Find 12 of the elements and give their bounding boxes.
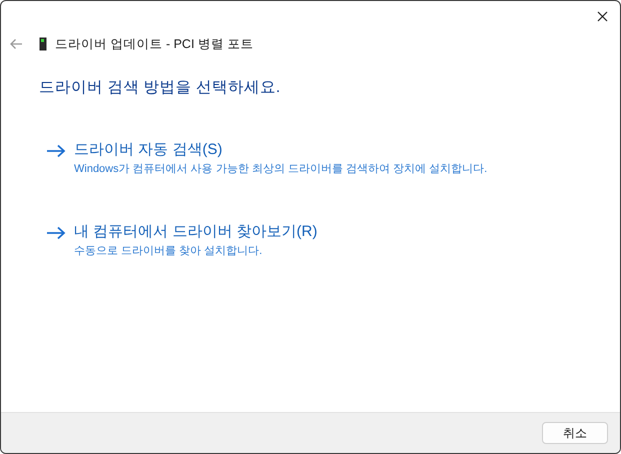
- cancel-button[interactable]: 취소: [542, 422, 608, 444]
- arrow-icon: [46, 226, 66, 240]
- device-icon: [39, 37, 47, 51]
- back-arrow-icon[interactable]: [9, 38, 23, 50]
- close-icon[interactable]: [597, 10, 608, 22]
- option-link[interactable]: 내 컴퓨터에서 드라이버 찾아보기(R): [74, 222, 506, 242]
- heading: 드라이버 검색 방법을 선택하세요.: [39, 78, 282, 98]
- arrow-icon: [46, 144, 66, 158]
- window-title: 드라이버 업데이트 - PCI 병렬 포트: [55, 36, 254, 52]
- option-description: Windows가 컴퓨터에서 사용 가능한 최상의 드라이버를 검색하여 장치에 설치합니다.: [74, 162, 488, 177]
- option-link[interactable]: 드라이버 자동 검색(S): [74, 140, 506, 160]
- option-description: 수동으로 드라이버를 찾아 설치합니다.: [74, 244, 264, 259]
